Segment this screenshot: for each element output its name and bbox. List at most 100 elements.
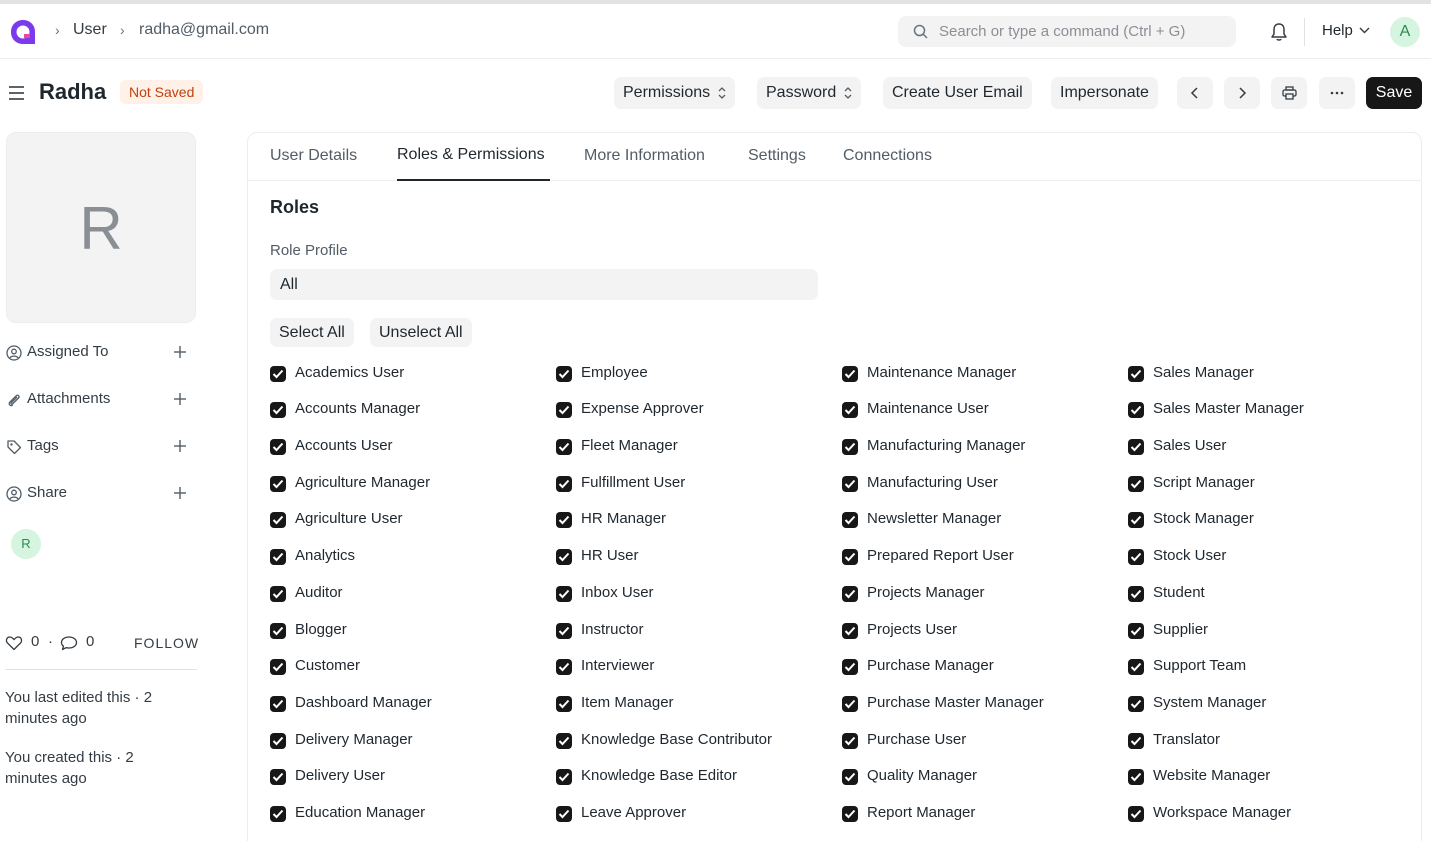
checkbox-checked-icon[interactable] bbox=[270, 549, 286, 565]
role-label: Quality Manager bbox=[867, 767, 978, 784]
checkbox-checked-icon[interactable] bbox=[1128, 439, 1144, 455]
app-logo-icon[interactable] bbox=[8, 17, 38, 47]
checkbox-checked-icon[interactable] bbox=[270, 402, 286, 418]
checkbox-checked-icon[interactable] bbox=[556, 586, 572, 602]
heart-icon[interactable] bbox=[5, 635, 23, 651]
tab-settings[interactable]: Settings bbox=[748, 147, 806, 165]
checkbox-checked-icon[interactable] bbox=[556, 769, 572, 785]
checkbox-checked-icon[interactable] bbox=[842, 586, 858, 602]
permissions-button[interactable]: Permissions bbox=[614, 77, 736, 109]
checkbox-checked-icon[interactable] bbox=[842, 806, 858, 822]
checkbox-checked-icon[interactable] bbox=[1128, 366, 1144, 382]
checkbox-checked-icon[interactable] bbox=[1128, 586, 1144, 602]
checkbox-checked-icon[interactable] bbox=[556, 439, 572, 455]
role-label: Script Manager bbox=[1153, 474, 1255, 491]
plus-icon[interactable] bbox=[173, 392, 187, 406]
checkbox-checked-icon[interactable] bbox=[842, 549, 858, 565]
sidebar-item-attachments[interactable]: Attachments bbox=[6, 389, 196, 411]
role-label: HR Manager bbox=[581, 510, 667, 527]
help-menu[interactable]: Help bbox=[1322, 22, 1353, 39]
notification-bell-icon[interactable] bbox=[1270, 22, 1288, 42]
follow-button[interactable]: FOLLOW bbox=[134, 635, 199, 651]
previous-record-button[interactable] bbox=[1177, 77, 1213, 109]
tab-user-details[interactable]: User Details bbox=[270, 147, 357, 165]
checkbox-checked-icon[interactable] bbox=[842, 476, 858, 492]
checkbox-checked-icon[interactable] bbox=[1128, 659, 1144, 675]
tab-more-information[interactable]: More Information bbox=[584, 147, 705, 165]
checkbox-checked-icon[interactable] bbox=[556, 696, 572, 712]
checkbox-checked-icon[interactable] bbox=[1128, 476, 1144, 492]
checkbox-checked-icon[interactable] bbox=[270, 806, 286, 822]
search-input[interactable]: Search or type a command (Ctrl + G) bbox=[898, 16, 1236, 47]
profile-image[interactable]: R bbox=[6, 132, 196, 323]
shared-user-avatar[interactable]: R bbox=[11, 529, 41, 559]
role-profile-field[interactable]: All bbox=[270, 269, 818, 300]
role-label: Agriculture Manager bbox=[295, 474, 431, 491]
comment-icon[interactable] bbox=[60, 635, 78, 651]
checkbox-checked-icon[interactable] bbox=[270, 769, 286, 785]
role-label: Delivery User bbox=[295, 767, 386, 784]
checkbox-checked-icon[interactable] bbox=[556, 402, 572, 418]
impersonate-button[interactable]: Impersonate bbox=[1051, 77, 1158, 109]
tab-connections[interactable]: Connections bbox=[843, 147, 932, 165]
checkbox-checked-icon[interactable] bbox=[556, 366, 572, 382]
chevron-right-icon: › bbox=[55, 22, 60, 38]
chevron-down-icon[interactable] bbox=[1359, 26, 1370, 34]
checkbox-checked-icon[interactable] bbox=[270, 586, 286, 602]
checkbox-checked-icon[interactable] bbox=[842, 696, 858, 712]
user-avatar[interactable]: A bbox=[1390, 17, 1420, 47]
checkbox-checked-icon[interactable] bbox=[270, 366, 286, 382]
more-actions-button[interactable] bbox=[1319, 77, 1355, 109]
plus-icon[interactable] bbox=[173, 439, 187, 453]
checkbox-checked-icon[interactable] bbox=[556, 549, 572, 565]
checkbox-checked-icon[interactable] bbox=[1128, 623, 1144, 639]
checkbox-checked-icon[interactable] bbox=[1128, 806, 1144, 822]
share-icon bbox=[6, 486, 22, 502]
plus-icon[interactable] bbox=[173, 486, 187, 500]
sidebar-item-tags[interactable]: Tags bbox=[6, 436, 196, 458]
checkbox-checked-icon[interactable] bbox=[270, 659, 286, 675]
create-user-email-button[interactable]: Create User Email bbox=[883, 77, 1032, 109]
next-record-button[interactable] bbox=[1224, 77, 1260, 109]
unselect-all-button[interactable]: Unselect All bbox=[370, 318, 472, 347]
checkbox-checked-icon[interactable] bbox=[556, 659, 572, 675]
checkbox-checked-icon[interactable] bbox=[1128, 512, 1144, 528]
checkbox-checked-icon[interactable] bbox=[842, 366, 858, 382]
checkbox-checked-icon[interactable] bbox=[270, 696, 286, 712]
checkbox-checked-icon[interactable] bbox=[842, 402, 858, 418]
checkbox-checked-icon[interactable] bbox=[270, 476, 286, 492]
save-button[interactable]: Save bbox=[1366, 77, 1422, 109]
breadcrumb-user[interactable]: User bbox=[73, 21, 107, 39]
checkbox-checked-icon[interactable] bbox=[842, 659, 858, 675]
hamburger-menu-icon[interactable] bbox=[8, 85, 25, 101]
checkbox-checked-icon[interactable] bbox=[556, 512, 572, 528]
sidebar-item-share[interactable]: Share bbox=[6, 483, 196, 505]
checkbox-checked-icon[interactable] bbox=[556, 476, 572, 492]
plus-icon[interactable] bbox=[173, 345, 187, 359]
checkbox-checked-icon[interactable] bbox=[270, 439, 286, 455]
checkbox-checked-icon[interactable] bbox=[1128, 696, 1144, 712]
checkbox-checked-icon[interactable] bbox=[1128, 402, 1144, 418]
checkbox-checked-icon[interactable] bbox=[842, 769, 858, 785]
role-label: Auditor bbox=[295, 584, 343, 601]
checkbox-checked-icon[interactable] bbox=[1128, 549, 1144, 565]
checkbox-checked-icon[interactable] bbox=[556, 733, 572, 749]
print-button[interactable] bbox=[1271, 77, 1307, 109]
checkbox-checked-icon[interactable] bbox=[556, 806, 572, 822]
checkbox-checked-icon[interactable] bbox=[556, 623, 572, 639]
checkbox-checked-icon[interactable] bbox=[270, 733, 286, 749]
checkbox-checked-icon[interactable] bbox=[270, 512, 286, 528]
password-button[interactable]: Password bbox=[757, 77, 862, 109]
checkbox-checked-icon[interactable] bbox=[842, 439, 858, 455]
breadcrumb-record[interactable]: radha@gmail.com bbox=[139, 21, 269, 39]
sidebar-item-assigned-to[interactable]: Assigned To bbox=[6, 342, 196, 364]
select-all-button[interactable]: Select All bbox=[270, 318, 354, 347]
checkbox-checked-icon[interactable] bbox=[842, 512, 858, 528]
checkbox-checked-icon[interactable] bbox=[842, 733, 858, 749]
checkbox-checked-icon[interactable] bbox=[1128, 769, 1144, 785]
tab-roles-permissions[interactable]: Roles & Permissions bbox=[397, 146, 545, 164]
role-label: Inbox User bbox=[581, 584, 654, 601]
checkbox-checked-icon[interactable] bbox=[270, 623, 286, 639]
checkbox-checked-icon[interactable] bbox=[842, 623, 858, 639]
checkbox-checked-icon[interactable] bbox=[1128, 733, 1144, 749]
